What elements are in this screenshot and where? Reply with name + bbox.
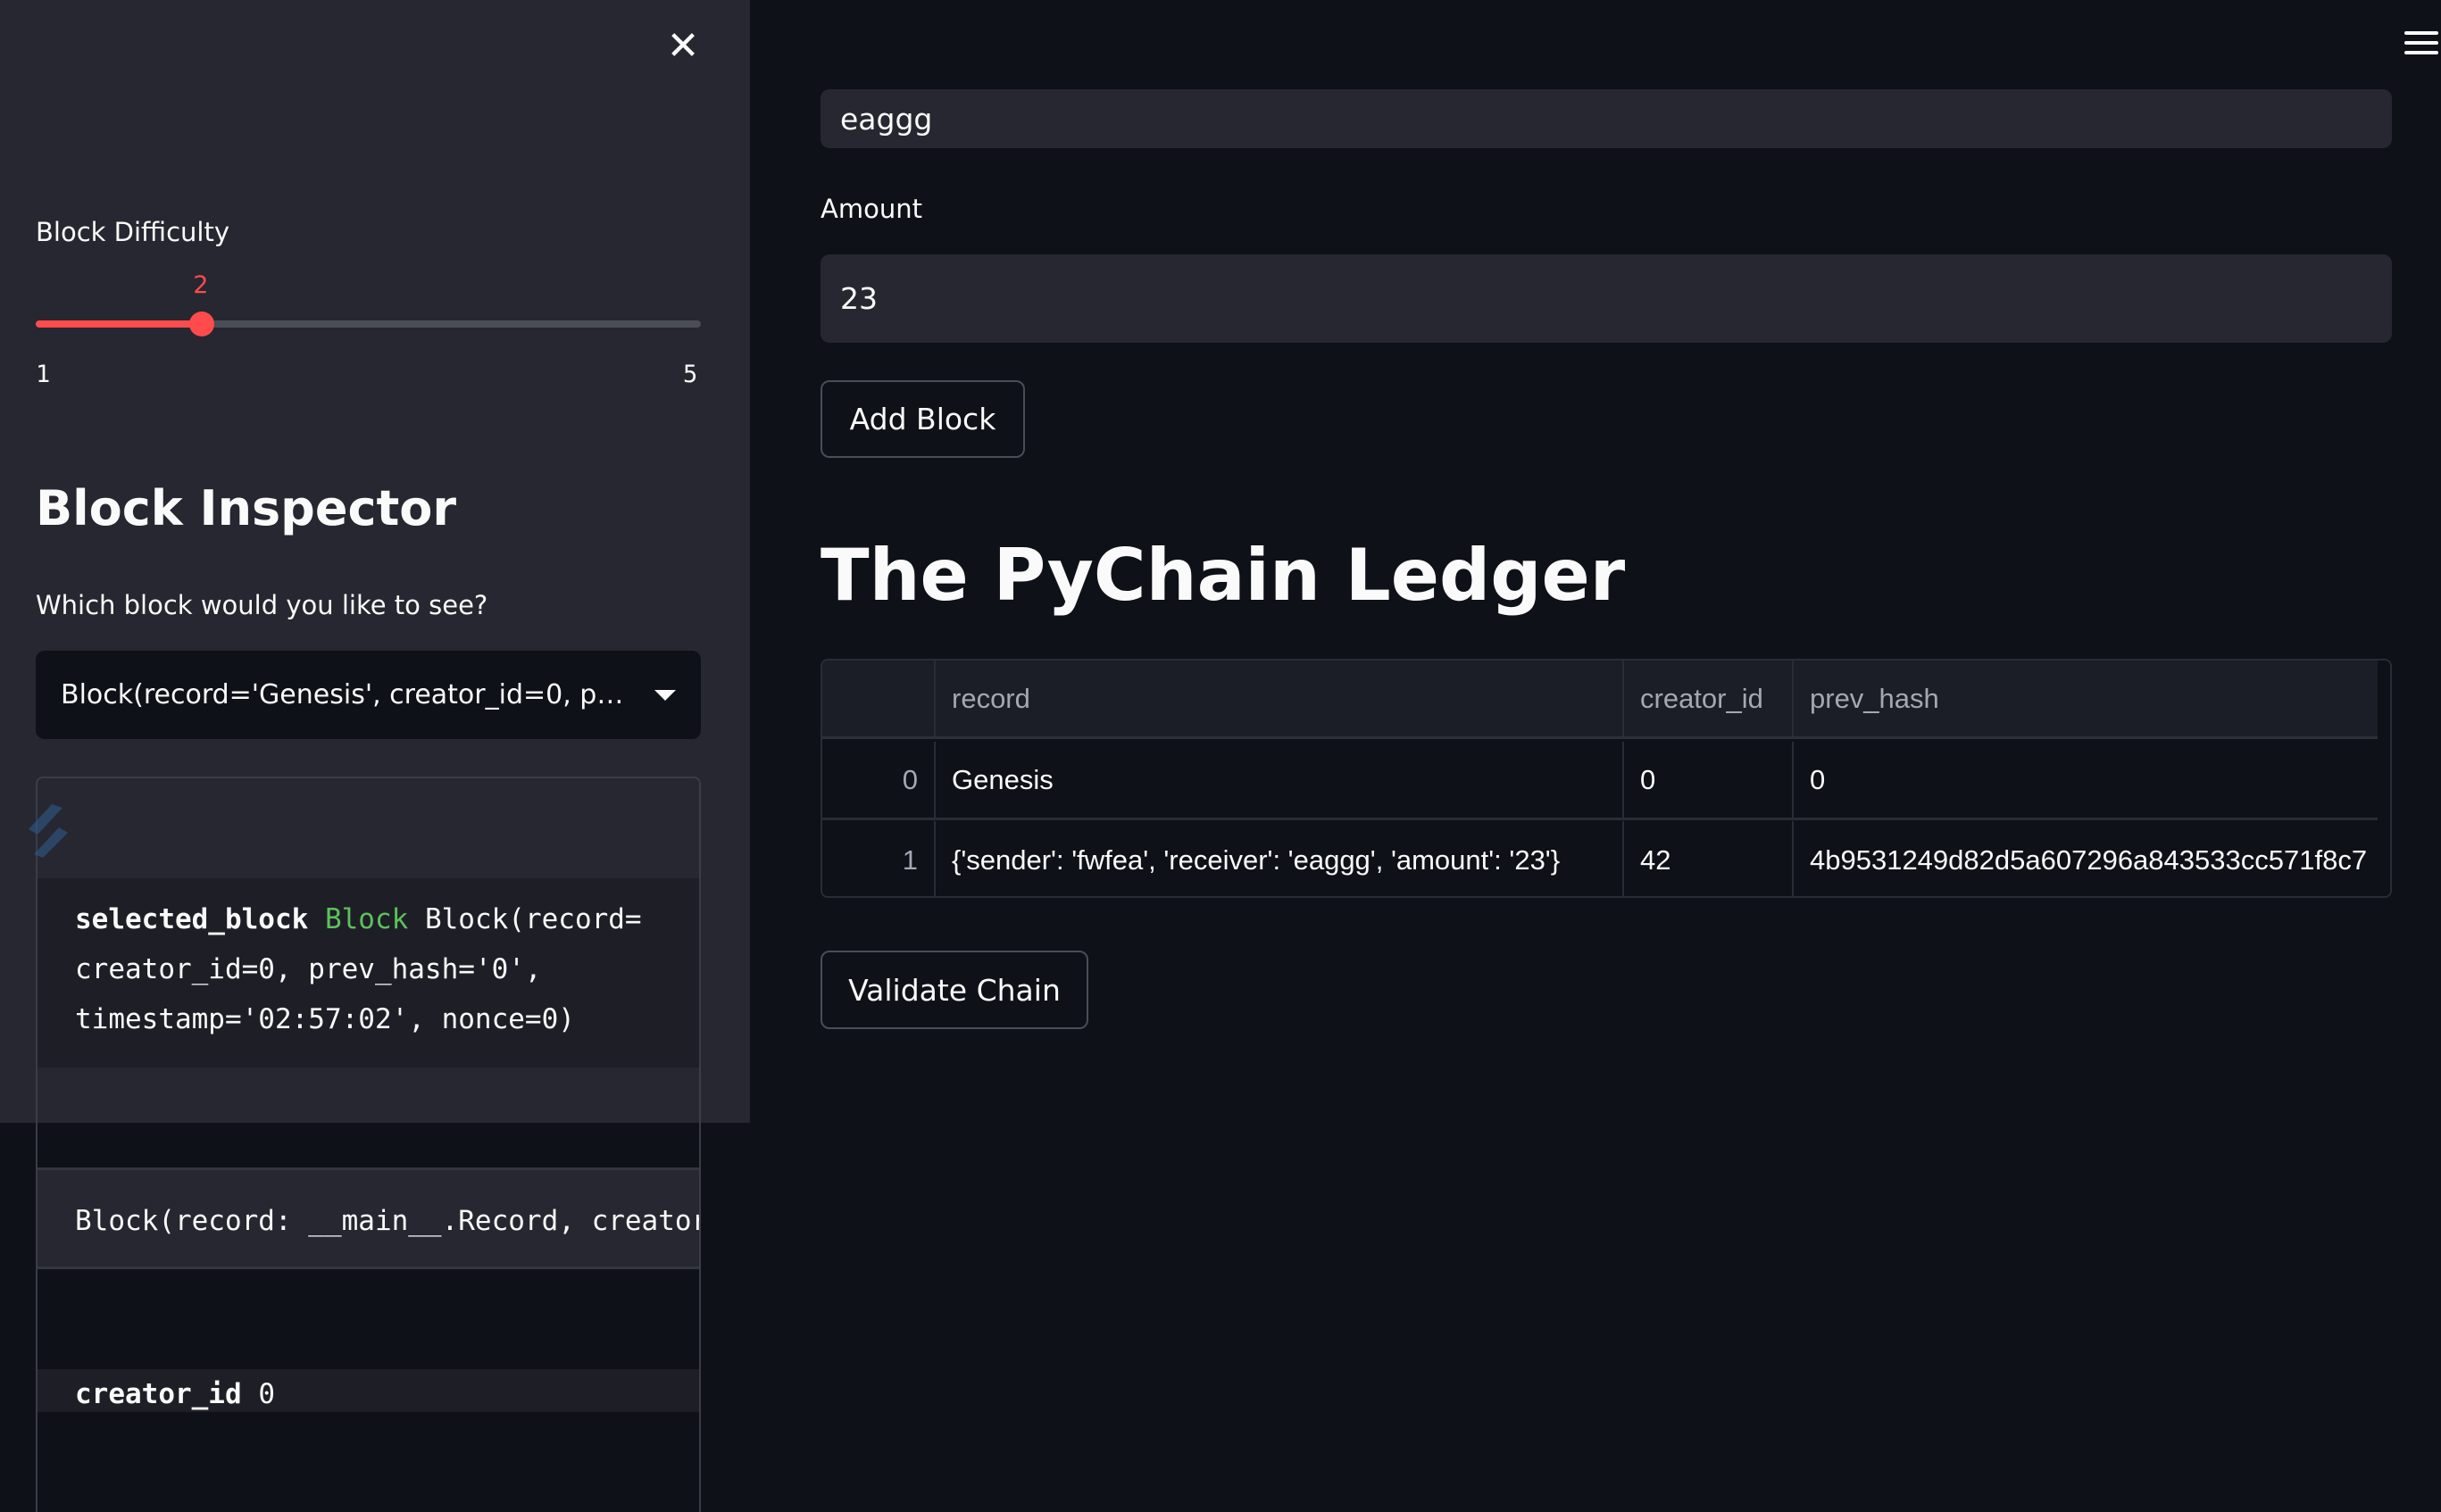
header-index <box>822 660 936 736</box>
attr-name: creator_id <box>75 1378 242 1410</box>
header-prev-hash[interactable]: prev_hash <box>1794 660 2378 736</box>
type-name: Block <box>324 903 409 935</box>
cell-creator-id: 42 <box>1624 821 1794 896</box>
difficulty-slider[interactable] <box>36 312 701 336</box>
sidebar: ✕ Block Difficulty 2 1 5 Block Inspector… <box>0 0 750 1512</box>
amount-input[interactable]: 23 <box>821 254 2392 343</box>
block-select-value: Block(record='Genesis', creator_id=0, pr… <box>61 679 632 710</box>
validate-chain-button[interactable]: Validate Chain <box>821 951 1088 1029</box>
block-select[interactable]: Block(record='Genesis', creator_id=0, pr… <box>36 651 701 739</box>
slider-thumb[interactable] <box>189 312 215 336</box>
row-index: 1 <box>822 821 936 896</box>
block-inspector-heading: Block Inspector <box>36 480 456 536</box>
slider-min: 1 <box>36 361 51 388</box>
amount-label: Amount <box>821 194 922 224</box>
slider-max: 5 <box>683 361 698 388</box>
close-sidebar-icon[interactable]: ✕ <box>665 27 701 66</box>
var-name: selected_block <box>75 903 309 935</box>
slider-value: 2 <box>193 271 209 299</box>
repr-line3: timestamp='02:57:02', nonce=0) <box>75 1003 575 1035</box>
header-record[interactable]: record <box>936 660 1624 736</box>
block-difficulty-label: Block Difficulty <box>36 217 229 247</box>
cell-prev-hash: 4b9531249d82d5a607296a843533cc571f8c7 <box>1810 844 2368 876</box>
repr-line2: creator_id=0, prev_hash='0', <box>75 953 542 985</box>
table-row: 1 {'sender': 'fwfea', 'receiver': 'eaggg… <box>822 821 2378 896</box>
slider-fill <box>36 320 203 328</box>
table-row: 0 Genesis 0 0 <box>822 742 2378 820</box>
row-index: 0 <box>822 742 936 818</box>
add-block-button[interactable]: Add Block <box>821 380 1025 458</box>
repr-line1: Block(record= <box>424 903 642 935</box>
cell-record: {'sender': 'fwfea', 'receiver': 'eaggg',… <box>936 821 1624 896</box>
ledger-title: The PyChain Ledger <box>821 534 1626 617</box>
header-creator-id[interactable]: creator_id <box>1624 660 1794 736</box>
table-header: record creator_id prev_hash <box>822 660 2378 739</box>
streamlit-logo-icon <box>29 804 68 858</box>
ledger-table[interactable]: record creator_id prev_hash 0 Genesis 0 … <box>821 659 2392 898</box>
chevron-down-icon <box>654 689 676 701</box>
attr-value: 0 <box>258 1378 275 1410</box>
receiver-input[interactable]: eaggg <box>821 89 2392 148</box>
hamburger-menu-icon[interactable] <box>2404 31 2438 61</box>
cell-creator-id: 0 <box>1624 742 1794 818</box>
cell-prev-hash: 0 <box>1810 763 1826 795</box>
signature: Block(record: __main__.Record, creator_i… <box>37 1167 699 1269</box>
select-label: Which block would you like to see? <box>36 590 488 620</box>
cell-record: Genesis <box>936 742 1624 818</box>
block-inspect-output: selected_block Block Block(record= creat… <box>36 777 701 1512</box>
